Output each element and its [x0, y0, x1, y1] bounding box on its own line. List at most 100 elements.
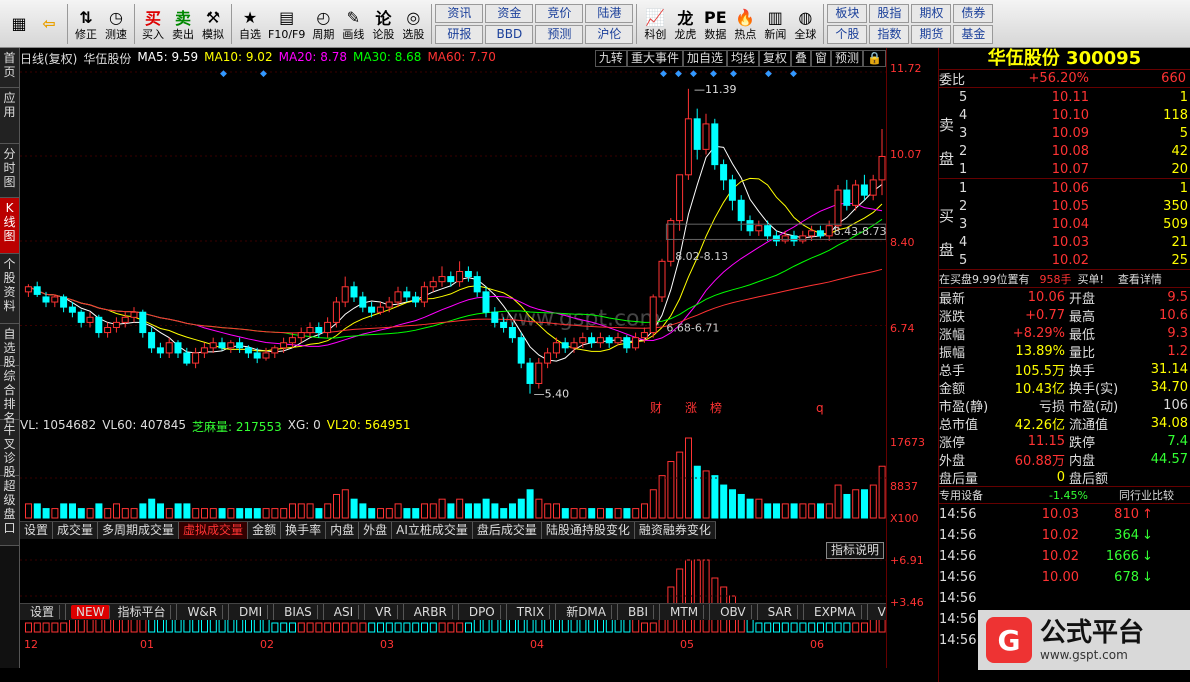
toolbar-grid-item[interactable]: 陆港 [585, 3, 634, 23]
toolbar-grid-item[interactable]: 指数 [869, 24, 910, 44]
sidebar-tab-1[interactable]: 应用 [0, 88, 19, 144]
buy-row[interactable]: 4 10.03 21 [939, 233, 1190, 251]
chart-button-0[interactable]: 九转 [594, 50, 627, 67]
sidebar-tab-0[interactable]: 首页 [0, 48, 19, 88]
sidebar-tab-8[interactable]: 超级盘口 [0, 476, 19, 546]
sell-row[interactable]: 4 10.10 118 [939, 106, 1190, 124]
volume-tab-5[interactable]: 换手率 [281, 522, 327, 539]
sell-row[interactable]: 1 10.07 20 [939, 160, 1190, 178]
chart-button-6[interactable]: 窗 [811, 50, 832, 67]
sidebar-tab-5[interactable]: 自选股 [0, 324, 19, 369]
toolbar-grid-item[interactable]: 竞价 [535, 3, 584, 23]
toolbar-button-b2-3[interactable]: 🔥 热点 [730, 2, 760, 46]
toolbar-grid-item[interactable]: 资讯 [435, 3, 484, 23]
toolbar-grid-item[interactable]: 预测 [535, 24, 584, 44]
toolbar-button-b2-0[interactable]: 📈 科创 [640, 2, 670, 46]
chart-button-1[interactable]: 重大事件 [626, 50, 683, 67]
toolbar-grid-item[interactable]: 股指 [869, 3, 910, 23]
volume-tab-0[interactable]: 设置 [20, 522, 54, 539]
notice-link[interactable]: 查看详情 [1118, 271, 1162, 287]
indicator-tab-13[interactable]: OBV [710, 604, 758, 620]
chart-area[interactable]: 日线(复权) 华伍股份 MA5: 9.59 MA10: 9.02 MA20: 8… [20, 48, 886, 668]
toolbar-button-b2-4[interactable]: ▥ 新闻 [760, 2, 790, 46]
toolbar-button-5[interactable]: 卖卖出 [168, 2, 198, 46]
toolbar-grid-item[interactable]: 板块 [827, 3, 868, 23]
toolbar-button-12[interactable]: ◎ 选股 [398, 2, 428, 46]
toolbar-button-b2-1[interactable]: 龙龙虎 [670, 2, 700, 46]
toolbar-button-10[interactable]: ✎ 画线 [338, 2, 368, 46]
toolbar-grid-item[interactable]: BBD [485, 24, 534, 44]
volume-tab-8[interactable]: AI立桩成交量 [392, 522, 473, 539]
volume-chart[interactable] [20, 432, 886, 520]
indicator-tab-10[interactable]: 新DMA [556, 604, 618, 620]
toolbar-button-8[interactable]: ▤ F10/F9 [265, 2, 308, 46]
indicator-tab-12[interactable]: MTM [660, 604, 711, 620]
toolbar-grid-item[interactable]: 资金 [485, 3, 534, 23]
indicator-tab-8[interactable]: DPO [459, 604, 507, 620]
toolbar-button-b2-2[interactable]: PE 数据 [700, 2, 730, 46]
sidebar-tab-4[interactable]: 个股资料 [0, 254, 19, 324]
sidebar-tab-7[interactable]: 牛叉诊股 [0, 420, 19, 479]
volume-tab-6[interactable]: 内盘 [326, 522, 360, 539]
indicator-tab-14[interactable]: SAR [758, 604, 804, 620]
kline-chart[interactable]: www.gspt.com—11.39—5.408.43-8.738.02-8.1… [20, 66, 886, 418]
volume-tab-9[interactable]: 盘后成交量 [473, 522, 542, 539]
volume-tab-1[interactable]: 成交量 [53, 522, 99, 539]
sell-row[interactable]: 3 10.09 5 [939, 124, 1190, 142]
buy-row[interactable]: 2 10.05 350 [939, 197, 1190, 215]
toolbar-grid-item[interactable]: 基金 [953, 24, 994, 44]
volume-tab-11[interactable]: 融资融券变化 [635, 522, 716, 539]
indicator-tab-1[interactable]: NEW 指标平台 [66, 604, 178, 620]
chart-button-3[interactable]: 均线 [726, 50, 759, 67]
indicator-tab-3[interactable]: DMI [229, 604, 275, 620]
indicator-chart[interactable]: 12 01 02 03 04 05 06 [20, 540, 886, 650]
indicator-tab-2[interactable]: W&R [177, 604, 230, 620]
toolbar-button-9[interactable]: ◴ 周期 [308, 2, 338, 46]
toolbar-grid-item[interactable]: 债券 [953, 3, 994, 23]
toolbar-button-7[interactable]: ★ 自选 [235, 2, 265, 46]
buy-row[interactable]: 5 10.02 25 [939, 251, 1190, 269]
indicator-tab-0[interactable]: 设置 [20, 604, 67, 620]
industry-link[interactable]: 同行业比较 [1119, 487, 1174, 503]
chart-button-8[interactable]: 🔒 [863, 50, 886, 67]
toolbar-button-3[interactable]: ◷ 测速 [101, 2, 131, 46]
volume-tab-3[interactable]: 虚拟成交量 [179, 522, 249, 539]
indicator-tab-11[interactable]: BBI [618, 604, 661, 620]
indicator-tab-5[interactable]: ASI [324, 604, 366, 620]
indicator-explain-button[interactable]: 指标说明 [826, 542, 885, 559]
buy-row[interactable]: 3 10.04 509 [939, 215, 1190, 233]
toolbar-button-11[interactable]: 论论股 [368, 2, 398, 46]
sell-row[interactable]: 5 10.11 1 [939, 88, 1190, 106]
toolbar-button-b2-5[interactable]: ◍ 全球 [790, 2, 820, 46]
volume-tab-7[interactable]: 外盘 [359, 522, 393, 539]
indicator-tab-9[interactable]: TRIX [507, 604, 557, 620]
sidebar-tab-3[interactable]: K线图 [0, 198, 19, 254]
toolbar-button-4[interactable]: 买买入 [138, 2, 168, 46]
toolbar-button-2[interactable]: ⇅ 修正 [71, 2, 101, 46]
toolbar-button-6[interactable]: ⚒ 模拟 [198, 2, 228, 46]
sidebar-tab-6[interactable]: 综合排名 [0, 366, 19, 425]
chart-button-7[interactable]: 预测 [831, 50, 864, 67]
toolbar-grid-item[interactable]: 沪伦 [585, 24, 634, 44]
chart-button-4[interactable]: 复权 [758, 50, 791, 67]
toolbar-grid-item[interactable]: 期权 [911, 3, 952, 23]
back-arrow-button[interactable]: ⇦ [34, 2, 64, 46]
volume-tab-10[interactable]: 陆股通持股变化 [542, 522, 635, 539]
indicator-tab-4[interactable]: BIAS [274, 604, 324, 620]
indicator-tab-7[interactable]: ARBR [404, 604, 459, 620]
indicator-tab-6[interactable]: VR [365, 604, 404, 620]
toolbar-grid-item[interactable]: 研报 [435, 24, 484, 44]
period-label[interactable]: 日线(复权) [20, 50, 77, 66]
toolbar-grid-item[interactable]: 期货 [911, 24, 952, 44]
indicator-tab-15[interactable]: EXPMA [804, 604, 868, 620]
chart-button-5[interactable]: 叠 [791, 50, 812, 67]
book-level: 3 [959, 216, 968, 232]
volume-tab-4[interactable]: 金额 [248, 522, 282, 539]
toolbar-grid-item[interactable]: 个股 [827, 24, 868, 44]
grid-button[interactable]: ▦ [4, 2, 34, 46]
volume-tab-2[interactable]: 多周期成交量 [98, 522, 180, 539]
sidebar-tab-2[interactable]: 分时图 [0, 144, 19, 198]
sell-row[interactable]: 2 10.08 42 [939, 142, 1190, 160]
buy-row[interactable]: 1 10.06 1 [939, 179, 1190, 197]
chart-button-2[interactable]: 加自选 [682, 50, 727, 67]
